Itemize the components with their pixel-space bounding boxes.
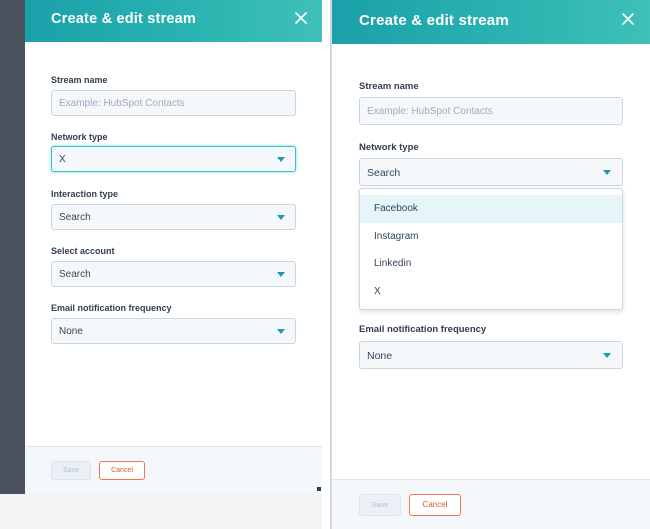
chevron-down-icon xyxy=(603,353,611,358)
email-frequency-label: Email notification frequency xyxy=(359,324,487,335)
network-type-value: Search xyxy=(367,167,401,179)
network-type-select[interactable]: X xyxy=(51,146,296,172)
panel-footer: Save Cancel xyxy=(332,479,650,529)
bottom-strip xyxy=(0,494,322,529)
right-stream-panel: Create & edit stream Stream name Example… xyxy=(332,0,650,529)
panel-header: Create & edit stream xyxy=(332,0,650,44)
interaction-type-value: Search xyxy=(59,212,91,223)
cancel-button[interactable]: Cancel xyxy=(409,494,461,516)
resize-corner xyxy=(317,487,321,491)
stream-name-label: Stream name xyxy=(359,81,419,92)
left-stream-panel: Create & edit stream Stream name Example… xyxy=(25,0,322,494)
email-frequency-value: None xyxy=(367,350,393,362)
chevron-down-icon xyxy=(603,170,611,175)
panel-title: Create & edit stream xyxy=(359,12,509,29)
email-frequency-value: None xyxy=(59,326,83,337)
panel-title: Create & edit stream xyxy=(51,11,197,27)
stream-name-input[interactable]: Example: HubSpot Contacts xyxy=(359,97,623,125)
select-account-label: Select account xyxy=(51,246,115,256)
interaction-type-label: Interaction type xyxy=(51,189,119,199)
email-frequency-label: Email notification frequency xyxy=(51,303,172,313)
save-button[interactable]: Save xyxy=(51,461,91,480)
stream-name-input[interactable]: Example: HubSpot Contacts xyxy=(51,90,296,116)
dropdown-option-instagram[interactable]: Instagram xyxy=(360,223,622,251)
dropdown-option-linkedin[interactable]: Linkedin xyxy=(360,250,622,278)
chevron-down-icon xyxy=(277,215,285,220)
chevron-down-icon xyxy=(277,272,285,277)
network-type-label: Network type xyxy=(51,132,108,142)
network-type-value: X xyxy=(59,154,66,165)
email-frequency-select[interactable]: None xyxy=(359,341,623,369)
dropdown-option-facebook[interactable]: Facebook xyxy=(360,195,622,223)
close-icon[interactable] xyxy=(622,13,634,25)
chevron-down-icon xyxy=(277,329,285,334)
panel-footer: Save Cancel xyxy=(25,446,322,494)
stream-name-placeholder: Example: HubSpot Contacts xyxy=(59,98,185,109)
select-account-value: Search xyxy=(59,269,91,280)
network-type-select[interactable]: Search xyxy=(359,158,623,186)
dropdown-option-x[interactable]: X xyxy=(360,278,622,306)
network-type-dropdown: Facebook Instagram Linkedin X xyxy=(359,188,623,310)
close-icon[interactable] xyxy=(295,12,307,24)
select-account-select[interactable]: Search xyxy=(51,261,296,287)
panel-header: Create & edit stream xyxy=(25,0,322,42)
screenshot-stage: Create & edit stream Stream name Example… xyxy=(0,0,650,529)
chevron-down-icon xyxy=(277,157,285,162)
stream-name-label: Stream name xyxy=(51,75,108,85)
interaction-type-select[interactable]: Search xyxy=(51,204,296,230)
stream-name-placeholder: Example: HubSpot Contacts xyxy=(367,106,493,117)
network-type-label: Network type xyxy=(359,142,419,153)
background-page xyxy=(0,0,25,494)
save-button[interactable]: Save xyxy=(359,494,401,516)
email-frequency-select[interactable]: None xyxy=(51,318,296,344)
cancel-button[interactable]: Cancel xyxy=(99,461,145,480)
